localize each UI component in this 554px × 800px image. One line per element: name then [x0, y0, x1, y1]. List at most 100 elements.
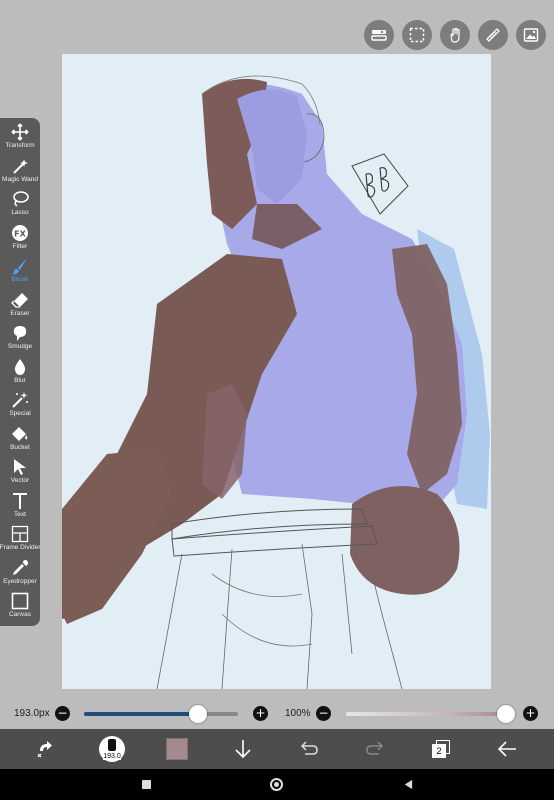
- arrow-down-icon: [235, 740, 251, 759]
- slider-row: 193.0px − + 100% − +: [0, 700, 554, 728]
- tool-special[interactable]: Special: [0, 390, 40, 424]
- download-button[interactable]: [223, 729, 263, 769]
- layers-button[interactable]: 2: [421, 729, 461, 769]
- ruler-button[interactable]: [478, 20, 508, 50]
- brush-size-slider-fill: [84, 712, 198, 716]
- tool-transform[interactable]: Transform: [0, 122, 40, 156]
- tool-eraser[interactable]: Eraser: [0, 290, 40, 324]
- selection-button[interactable]: [402, 20, 432, 50]
- tool-label: Transform: [5, 142, 35, 149]
- swap-arrows-icon: [37, 741, 52, 758]
- tool-label: Vector: [10, 477, 30, 484]
- artwork: [62, 75, 490, 689]
- eyedropper-icon: [13, 559, 28, 575]
- vector-arrow-icon: [14, 459, 26, 475]
- tool-bucket[interactable]: Bucket: [0, 424, 40, 458]
- artist-signature: [351, 153, 409, 215]
- tool-label: Brush: [11, 276, 29, 283]
- tool-smudge[interactable]: Smudge: [0, 323, 40, 357]
- opacity-decrease-button[interactable]: −: [316, 706, 331, 721]
- eraser-icon: [11, 292, 28, 308]
- back-button[interactable]: [487, 729, 527, 769]
- system-back-button[interactable]: [398, 769, 418, 800]
- tool-blur[interactable]: Blur: [0, 357, 40, 391]
- tool-lasso[interactable]: Lasso: [0, 189, 40, 223]
- recents-button[interactable]: [136, 769, 156, 800]
- tool-label: Eraser: [10, 309, 30, 317]
- tool-label: Frame Divider: [0, 544, 41, 551]
- tool-label: Magic Wand: [2, 175, 38, 183]
- undo-icon: [300, 741, 318, 755]
- special-wand-icon: [12, 392, 28, 408]
- tool-eyedropper[interactable]: Eyedropper: [0, 558, 40, 592]
- android-nav-bar: [0, 769, 554, 800]
- opacity-value: 100%: [285, 708, 311, 719]
- canvas-icon: [11, 592, 29, 610]
- brush-size-increase-button[interactable]: +: [253, 706, 268, 721]
- arrow-left-icon: [497, 741, 516, 757]
- layer-toggle-button[interactable]: [364, 20, 394, 50]
- redo-button[interactable]: [355, 729, 395, 769]
- tool-label: Canvas: [8, 611, 32, 618]
- brush-size-value: 193.0px: [14, 708, 50, 719]
- recents-icon: [141, 780, 151, 789]
- drawing-canvas[interactable]: [62, 54, 491, 689]
- top-toolbar: [364, 20, 546, 50]
- tool-label: Eyedropper: [3, 577, 37, 585]
- swap-button[interactable]: [26, 729, 66, 769]
- brush-size-decrease-button[interactable]: −: [55, 706, 70, 721]
- brush-badge-size: 193.0: [103, 753, 121, 760]
- back-triangle-icon: [404, 779, 412, 790]
- opacity-knob[interactable]: [497, 705, 515, 723]
- reference-image-button[interactable]: [516, 20, 546, 50]
- tool-label: Filter: [12, 242, 28, 250]
- text-icon: [13, 492, 27, 509]
- selection-icon: [409, 27, 425, 43]
- svg-text:FX: FX: [14, 229, 26, 238]
- brush-settings-button[interactable]: 193.0: [92, 729, 132, 769]
- blur-drop-icon: [14, 358, 26, 375]
- tool-magic-wand[interactable]: Magic Wand: [0, 156, 40, 190]
- bucket-icon: [12, 426, 28, 441]
- opacity-slider[interactable]: [346, 712, 506, 716]
- fx-icon: FX: [12, 224, 28, 241]
- brush-icon: [12, 258, 27, 275]
- lasso-icon: [13, 191, 29, 207]
- smudge-icon: [13, 326, 27, 341]
- opacity-increase-button[interactable]: +: [523, 706, 538, 721]
- brush-size-knob[interactable]: [189, 705, 207, 723]
- tool-vector[interactable]: Vector: [0, 457, 40, 491]
- ruler-icon: [486, 28, 500, 42]
- hand-icon: [450, 27, 460, 43]
- home-button[interactable]: [266, 769, 286, 800]
- home-icon: [269, 778, 283, 791]
- color-button[interactable]: [157, 729, 197, 769]
- ibispaint-app: Transform Magic Wand Lasso FX Filter Bru…: [0, 0, 554, 800]
- layer-count: 2: [432, 744, 446, 758]
- left-toolbar: Transform Magic Wand Lasso FX Filter Bru…: [0, 118, 40, 626]
- tool-label: Special: [9, 410, 31, 417]
- tool-canvas[interactable]: Canvas: [0, 591, 40, 625]
- image-icon: [523, 28, 539, 42]
- tool-text[interactable]: Text: [0, 491, 40, 525]
- hand-button[interactable]: [440, 20, 470, 50]
- tool-label: Smudge: [7, 343, 33, 350]
- tool-label: Text: [14, 510, 26, 518]
- tool-filter[interactable]: FX Filter: [0, 223, 40, 257]
- magic-wand-icon: [13, 158, 28, 174]
- layer-toggle-icon: [371, 30, 387, 41]
- undo-button[interactable]: [289, 729, 329, 769]
- tool-label: Blur: [14, 376, 26, 384]
- current-color-swatch: [166, 738, 188, 760]
- frame-divider-icon: [11, 525, 29, 543]
- tool-label: Lasso: [11, 209, 29, 216]
- brush-badge: 193.0: [99, 736, 125, 762]
- tool-frame-divider[interactable]: Frame Divider: [0, 524, 40, 558]
- redo-icon: [366, 741, 384, 755]
- layers-icon: 2: [432, 740, 450, 758]
- brush-preview-icon: [108, 739, 116, 751]
- tool-brush[interactable]: Brush: [0, 256, 40, 290]
- bottom-toolbar: 193.0 2: [0, 729, 554, 769]
- transform-icon: [11, 123, 29, 141]
- tool-label: Bucket: [10, 443, 30, 451]
